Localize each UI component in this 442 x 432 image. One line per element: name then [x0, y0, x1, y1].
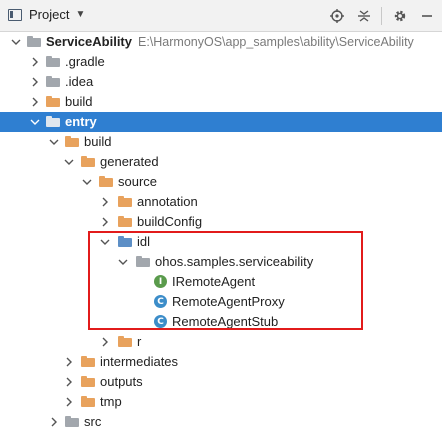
- chevron-right-icon[interactable]: [100, 217, 110, 227]
- tree-label: IRemoteAgent: [172, 274, 256, 289]
- chevron-right-icon[interactable]: [49, 417, 59, 427]
- folder-icon: [81, 356, 95, 367]
- project-view-label: Project: [29, 7, 70, 22]
- chevron-right-icon[interactable]: [64, 397, 74, 407]
- folder-icon: [118, 196, 132, 207]
- tree-row-iremoteagent[interactable]: I IRemoteAgent: [0, 272, 442, 292]
- tree-label: entry: [65, 114, 97, 129]
- class-icon: C: [154, 295, 167, 308]
- root-name: ServiceAbility: [46, 34, 132, 49]
- tree-row-remoteagentstub[interactable]: C RemoteAgentStub: [0, 312, 442, 332]
- chevron-right-icon[interactable]: [100, 337, 110, 347]
- interface-icon: I: [154, 275, 167, 288]
- chevron-right-icon[interactable]: [64, 357, 74, 367]
- tree-label: outputs: [100, 374, 143, 389]
- chevron-down-icon[interactable]: [82, 177, 92, 187]
- tree-row-entry-build[interactable]: build: [0, 132, 442, 152]
- tree-row-generated[interactable]: generated: [0, 152, 442, 172]
- tree-row-buildconfig[interactable]: buildConfig: [0, 212, 442, 232]
- tree-row-remoteagentproxy[interactable]: C RemoteAgentProxy: [0, 292, 442, 312]
- folder-icon: [118, 216, 132, 227]
- settings-icon[interactable]: [389, 5, 411, 27]
- chevron-down-icon[interactable]: [11, 37, 21, 47]
- tree-row-annotation[interactable]: annotation: [0, 192, 442, 212]
- tree-label: .gradle: [65, 54, 105, 69]
- folder-icon: [81, 396, 95, 407]
- tree-row-tmp[interactable]: tmp: [0, 392, 442, 412]
- folder-icon: [81, 376, 95, 387]
- collapse-all-icon[interactable]: [353, 5, 375, 27]
- chevron-down-icon[interactable]: [118, 257, 128, 267]
- root-path: E:\HarmonyOS\app_samples\ability\Service…: [138, 35, 414, 49]
- project-toolbar: Project ▼: [0, 0, 442, 32]
- tree-row-entry[interactable]: entry: [0, 112, 442, 132]
- folder-icon: [46, 96, 60, 107]
- generated-sources-folder-icon: [118, 236, 132, 247]
- tree-row-outputs[interactable]: outputs: [0, 372, 442, 392]
- chevron-right-icon[interactable]: [100, 197, 110, 207]
- folder-icon: [118, 336, 132, 347]
- tree-label: source: [118, 174, 158, 189]
- tree-label: tmp: [100, 394, 122, 409]
- tree-row-source[interactable]: source: [0, 172, 442, 192]
- tree-row-idl[interactable]: idl: [0, 232, 442, 252]
- tree-label: ohos.samples.serviceability: [155, 254, 314, 269]
- tree-label: annotation: [137, 194, 198, 209]
- tree-label: build: [84, 134, 112, 149]
- folder-icon: [65, 136, 79, 147]
- folder-icon: [65, 416, 79, 427]
- tree-label: generated: [100, 154, 159, 169]
- folder-icon: [99, 176, 113, 187]
- package-icon: [136, 256, 150, 267]
- tree-label: RemoteAgentStub: [172, 314, 279, 329]
- tree-label: r: [137, 334, 142, 349]
- tree-row-idea[interactable]: .idea: [0, 72, 442, 92]
- tree-label: build: [65, 94, 93, 109]
- folder-icon: [46, 76, 60, 87]
- chevron-down-icon[interactable]: [100, 237, 110, 247]
- chevron-right-icon[interactable]: [30, 77, 40, 87]
- minimize-icon[interactable]: [416, 5, 438, 27]
- tree-label: src: [84, 414, 102, 429]
- tree-label: intermediates: [100, 354, 179, 369]
- tree-label: idl: [137, 234, 151, 249]
- tree-row-gradle[interactable]: .gradle: [0, 52, 442, 72]
- tree-label: RemoteAgentProxy: [172, 294, 285, 309]
- toolbar-divider: [381, 7, 382, 25]
- chevron-down-icon[interactable]: [30, 117, 40, 127]
- abstract-class-icon: C: [154, 315, 167, 328]
- project-icon: [8, 8, 22, 21]
- locate-icon[interactable]: [326, 5, 348, 27]
- project-view-selector[interactable]: Project ▼: [8, 7, 85, 22]
- chevron-right-icon[interactable]: [30, 57, 40, 67]
- chevron-down-icon[interactable]: [64, 157, 74, 167]
- chevron-down-icon[interactable]: [49, 137, 59, 147]
- tree-row-root[interactable]: ServiceAbility E:\HarmonyOS\app_samples\a…: [0, 32, 442, 52]
- tree-row-r[interactable]: r: [0, 332, 442, 352]
- module-folder-icon: [46, 116, 60, 127]
- folder-icon: [46, 56, 60, 67]
- folder-icon: [81, 156, 95, 167]
- chevron-right-icon[interactable]: [30, 97, 40, 107]
- tree-row-intermediates[interactable]: intermediates: [0, 352, 442, 372]
- tree-label: .idea: [65, 74, 94, 89]
- module-folder-icon: [27, 36, 41, 47]
- tree-label: buildConfig: [137, 214, 203, 229]
- chevron-right-icon[interactable]: [64, 377, 74, 387]
- chevron-down-icon: ▼: [75, 9, 86, 20]
- tree-row-src[interactable]: src: [0, 412, 442, 432]
- tree-row-build[interactable]: build: [0, 92, 442, 112]
- tree-row-package[interactable]: ohos.samples.serviceability: [0, 252, 442, 272]
